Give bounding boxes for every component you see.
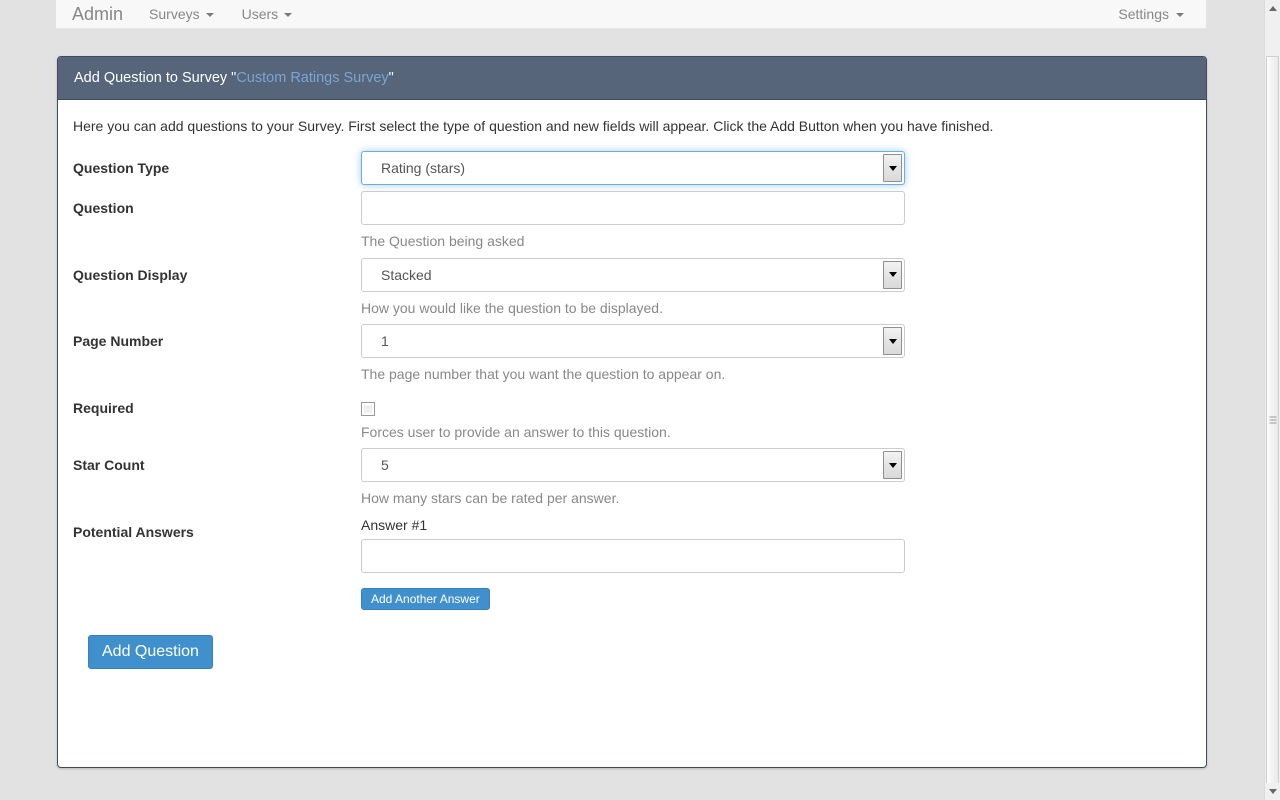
navbar-item-settings[interactable]: Settings [1118,7,1184,21]
page-title-suffix: " [388,70,394,86]
chevron-down-icon [284,13,293,17]
top-navbar: Admin Surveys Users Settings [56,0,1206,29]
form-row-potential-answers: Potential Answers Answer #1 Add Another … [73,515,1191,610]
page-number-select[interactable]: 1 [361,324,905,359]
field-page-number: 1 The page number that you want the ques… [361,324,1191,385]
chevron-down-icon[interactable] [883,260,902,289]
submit-row: Add Question [73,634,1191,669]
label-question-type: Question Type [73,160,170,176]
help-page-number: The page number that you want the questi… [361,366,726,383]
page-number-selected-value: 1 [381,333,389,350]
form-row-question-type: Question Type Rating (stars) [73,151,1191,185]
star-count-select[interactable]: 5 [361,448,905,483]
label-page-number: Page Number [73,333,164,350]
star-count-selected-value: 5 [381,457,389,474]
chevron-down-icon [205,13,214,17]
survey-link[interactable]: Custom Ratings Survey [236,70,388,86]
add-question-panel: Add Question to Survey "Custom Ratings S… [57,56,1207,768]
navbar-item-surveys-label: Surveys [149,6,200,22]
panel-body: Here you can add questions to your Surve… [58,100,1206,669]
chevron-down-icon[interactable] [883,154,902,182]
scrollbar-down-arrow-icon[interactable] [1265,783,1280,800]
chevron-down-icon[interactable] [883,327,902,356]
label-question: Question [73,200,134,216]
navbar-item-users-label: Users [241,6,279,22]
answer-item: Answer #1 [361,515,1191,573]
label-required: Required [73,399,134,416]
chevron-down-icon[interactable] [883,451,902,480]
field-star-count: 5 How many stars can be rated per answer… [361,448,1191,509]
help-star-count: How many stars can be rated per answer. [361,490,620,507]
page-title: Add Question to Survey "Custom Ratings S… [74,70,394,86]
label-potential-answers: Potential Answers [73,523,194,540]
panel-heading: Add Question to Survey "Custom Ratings S… [58,57,1206,100]
question-type-select[interactable]: Rating (stars) [361,151,905,185]
required-checkbox[interactable] [361,401,375,416]
chevron-down-icon [1176,13,1184,17]
scrollbar-up-arrow-icon[interactable] [1265,0,1280,17]
form-row-question-display: Question Display Stacked How you would l… [73,257,1191,319]
scrollbar-grip-icon [1269,416,1276,424]
scrollbar-thumb[interactable] [1266,56,1279,784]
question-type-selected-value: Rating (stars) [381,160,466,176]
label-question-display: Question Display [73,266,188,283]
label-star-count: Star Count [73,457,145,474]
question-display-select[interactable]: Stacked [361,257,905,292]
navbar-item-users[interactable]: Users [242,7,293,21]
page-scrollbar[interactable] [1264,0,1280,800]
question-display-selected-value: Stacked [381,266,432,283]
navbar-item-surveys[interactable]: Surveys [149,7,214,21]
field-question: The Question being asked [361,191,1191,252]
page-title-prefix: Add Question to Survey " [74,70,237,86]
add-another-answer-button[interactable]: Add Another Answer [361,587,490,610]
field-required: Forces user to provide an answer to this… [361,391,1191,443]
field-question-type: Rating (stars) [361,151,1191,185]
add-question-button[interactable]: Add Question [88,634,213,669]
intro-text: Here you can add questions to your Surve… [73,118,994,134]
answer-1-input[interactable] [361,538,905,573]
form-row-required: Required Forces user to provide an answe… [73,391,1191,443]
form-row-question: Question The Question being asked [73,191,1191,252]
help-required: Forces user to provide an answer to this… [361,423,671,440]
help-question-display: How you would like the question to be di… [361,299,663,316]
form-row-star-count: Star Count 5 How many stars can be rated… [73,448,1191,509]
navbar-brand[interactable]: Admin [72,5,123,23]
help-question: The Question being asked [361,233,525,249]
question-input[interactable] [361,191,905,225]
field-question-display: Stacked How you would like the question … [361,257,1191,319]
navbar-item-settings-label: Settings [1118,6,1169,22]
field-potential-answers: Answer #1 Add Another Answer [361,515,1191,610]
form-row-page-number: Page Number 1 The page number that you w… [73,324,1191,385]
answer-1-label: Answer #1 [361,516,428,533]
